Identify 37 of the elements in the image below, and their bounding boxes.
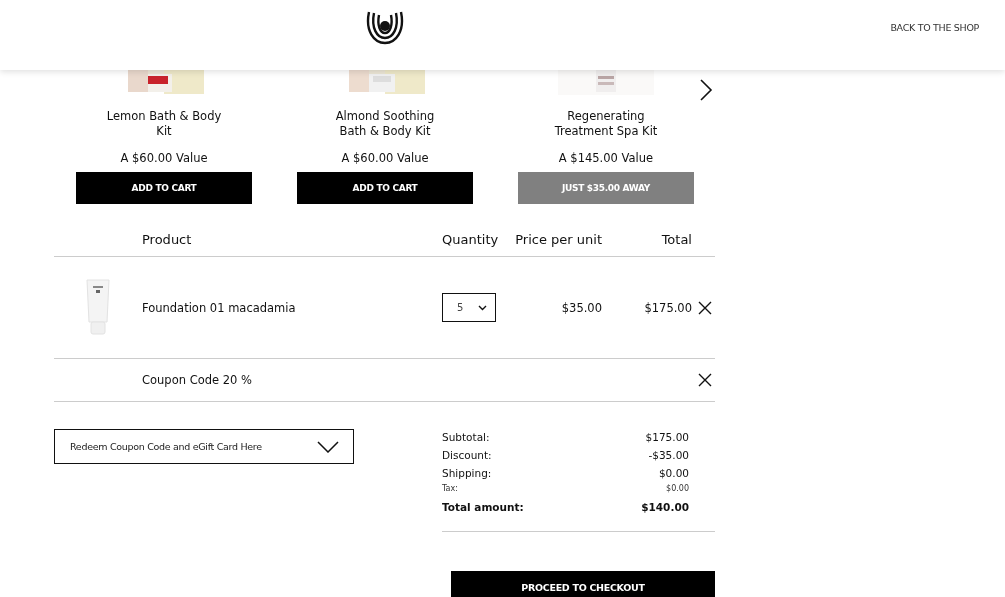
summary-value: -$35.00 xyxy=(648,448,689,463)
summary-label: Discount: xyxy=(442,448,492,463)
product-name[interactable]: Regenerating Treatment Spa Kit xyxy=(554,109,658,139)
back-to-shop-link[interactable]: BACK TO THE SHOP xyxy=(890,22,979,33)
checkout-button[interactable]: PROCEED TO CHECKOUT xyxy=(451,571,715,597)
summary-value: $140.00 xyxy=(641,500,689,515)
chevron-down-icon xyxy=(478,304,487,311)
product-value: A $60.00 Value xyxy=(120,151,208,165)
logo-icon[interactable] xyxy=(366,9,404,45)
chevron-down-icon xyxy=(317,440,339,453)
coupon-dropdown[interactable]: Redeem Coupon Code and eGift Card Here xyxy=(54,429,354,464)
product-name: Coupon Code 20 % xyxy=(142,373,253,387)
chevron-right-icon[interactable] xyxy=(699,78,713,102)
product-name[interactable]: Almond Soothing Bath & Body Kit xyxy=(335,109,435,139)
line-total: $175.00 xyxy=(643,300,692,315)
summary-label: Total amount: xyxy=(442,500,524,515)
product-value: A $145.00 Value xyxy=(558,151,654,165)
summary-value: $0.00 xyxy=(658,466,689,481)
add-to-cart-button[interactable]: ADD TO CART xyxy=(76,172,252,204)
close-icon[interactable] xyxy=(698,373,712,387)
amount-away-button[interactable]: JUST $35.00 AWAY xyxy=(518,172,694,204)
column-header: Product xyxy=(142,232,193,247)
summary-value: $175.00 xyxy=(645,430,689,445)
column-header: Quantity xyxy=(442,232,500,247)
summary-label: Shipping: xyxy=(442,466,492,481)
column-header: Total xyxy=(660,232,692,247)
summary-value: $0.00 xyxy=(666,483,689,495)
quantity-select[interactable]: 5 xyxy=(442,293,496,322)
product-name: Foundation 01 macadamia xyxy=(142,300,297,315)
close-icon[interactable] xyxy=(698,300,712,315)
summary-label: Subtotal: xyxy=(442,430,490,445)
unit-price: $35.00 xyxy=(560,300,602,315)
summary-label: Tax: xyxy=(442,483,458,495)
column-header: Price per unit xyxy=(514,232,602,247)
add-to-cart-button[interactable]: ADD TO CART xyxy=(297,172,473,204)
product-value: A $60.00 Value xyxy=(341,151,429,165)
product-name[interactable]: Lemon Bath & Body Kit xyxy=(106,109,222,139)
